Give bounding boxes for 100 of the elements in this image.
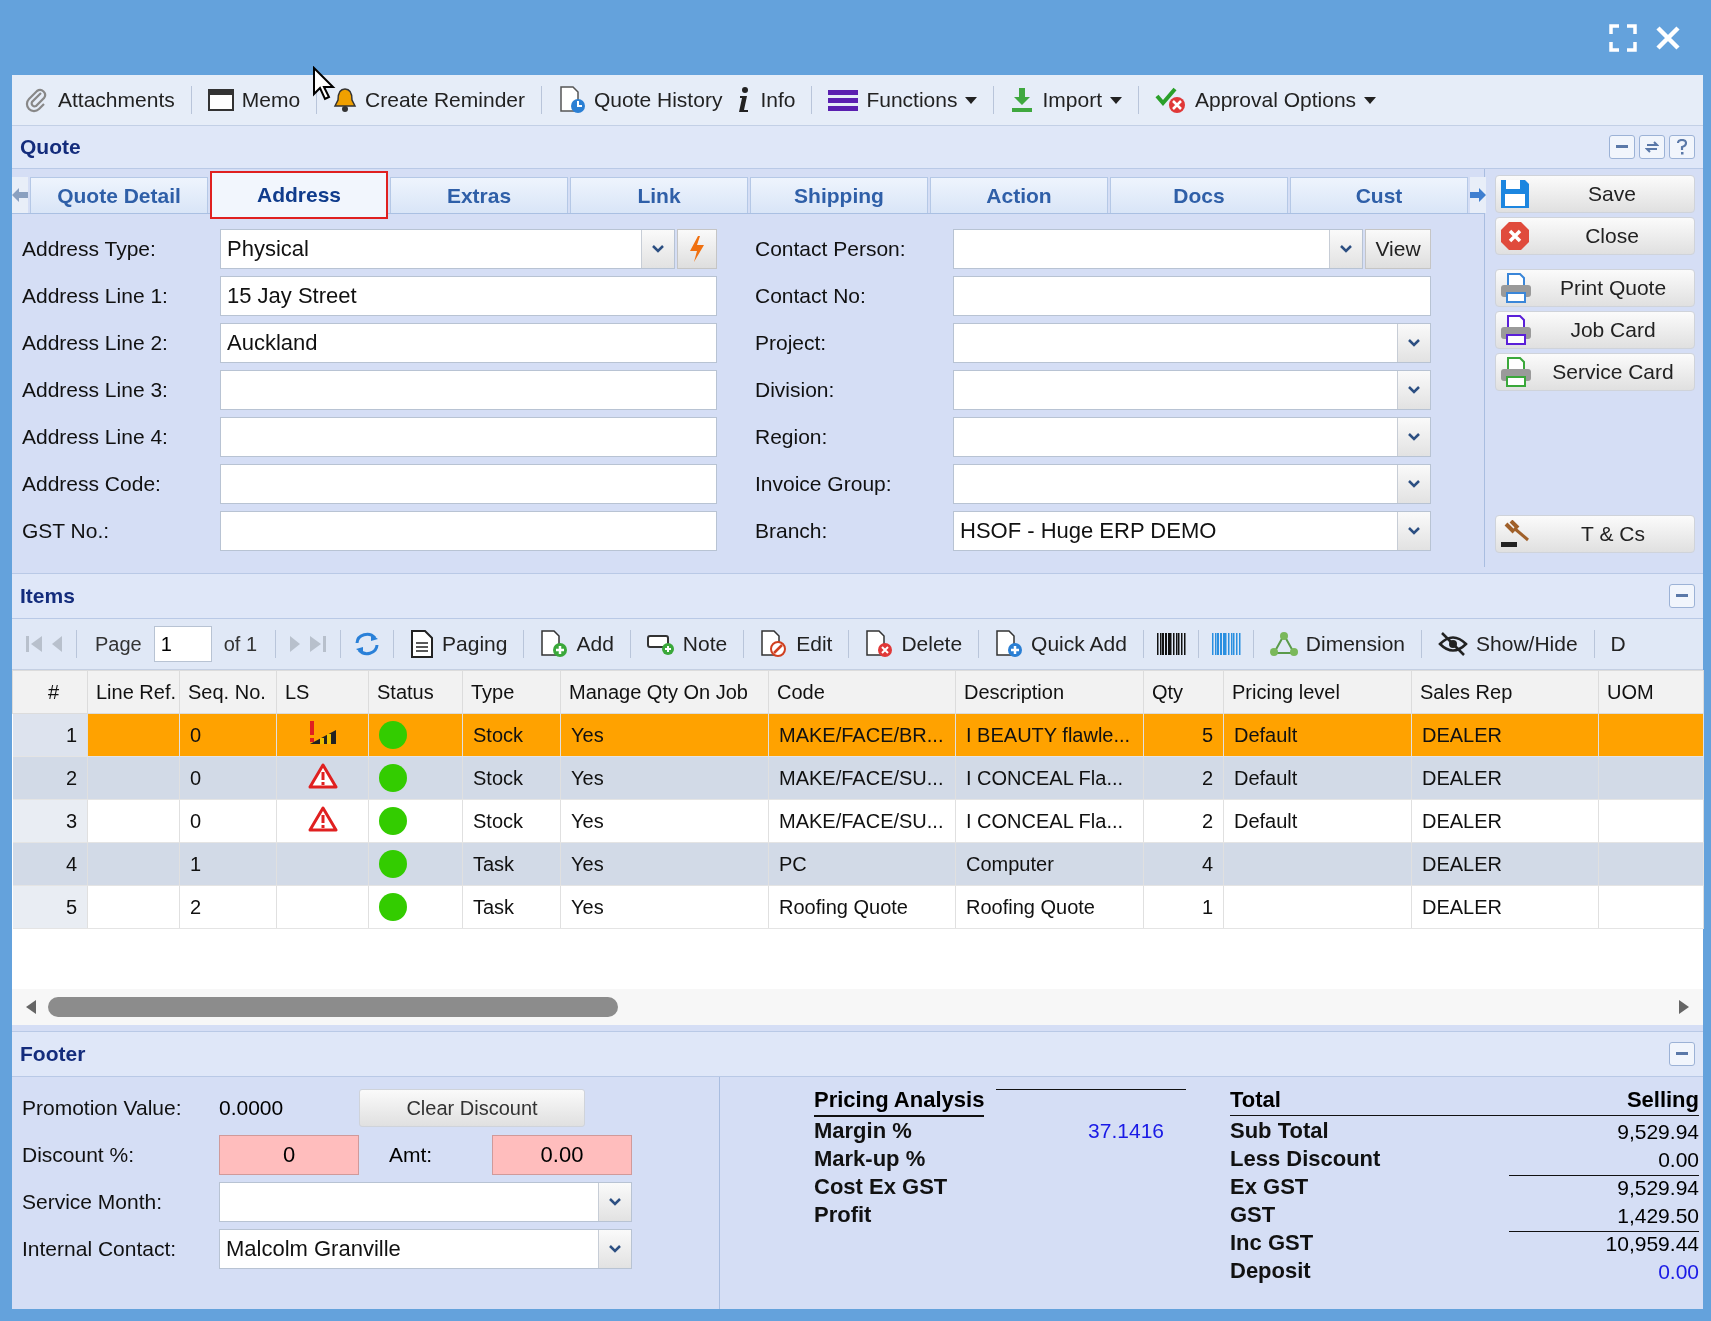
table-cell: Yes — [571, 895, 604, 918]
amount-field[interactable]: 0.00 — [492, 1135, 632, 1175]
column-header[interactable]: Manage Qty On Job — [560, 670, 769, 714]
refresh-button[interactable] — [1639, 135, 1665, 159]
scroll-left-button[interactable] — [12, 177, 28, 213]
collapse-button[interactable] — [1669, 584, 1695, 608]
side-button[interactable]: Service Card — [1495, 353, 1695, 391]
dropdown-field[interactable]: Physical — [220, 229, 675, 269]
view-button[interactable]: View — [1365, 229, 1431, 269]
tab[interactable]: Extras — [390, 177, 568, 213]
paging-button[interactable]: Paging — [406, 626, 512, 662]
field-label: Address Line 1: — [22, 284, 169, 308]
collapse-button[interactable] — [1609, 135, 1635, 159]
dropdown-field[interactable] — [219, 1182, 632, 1222]
side-button[interactable]: Print Quote — [1495, 269, 1695, 307]
dropdown-field[interactable]: HSOF - Huge ERP DEMO — [953, 511, 1431, 551]
show-hide-button[interactable]: Show/Hide — [1434, 627, 1582, 661]
dropdown-field[interactable] — [953, 229, 1363, 269]
row-number: 4 — [12, 842, 88, 886]
toolbar-button[interactable]: Info — [732, 82, 800, 118]
help-button[interactable] — [1669, 135, 1695, 159]
analysis-title: Pricing Analysis — [814, 1087, 985, 1117]
dropdown-field[interactable]: Malcolm Granville — [219, 1229, 632, 1269]
table-cell: 1 — [190, 852, 202, 875]
total-label: Less Discount — [1230, 1146, 1382, 1172]
tab[interactable]: Action — [930, 177, 1108, 213]
column-header[interactable]: Status — [368, 670, 463, 714]
last-page-icon[interactable] — [308, 634, 329, 654]
dropdown-field[interactable] — [953, 417, 1431, 457]
tab[interactable]: Shipping — [750, 177, 928, 213]
table-cell: 0 — [190, 766, 202, 789]
side-button[interactable]: Close — [1495, 217, 1695, 255]
tab[interactable]: Cust — [1290, 177, 1468, 213]
toolbar-button[interactable]: Memo — [203, 84, 305, 116]
bell-icon — [333, 87, 358, 113]
column-header[interactable]: Seq. No. — [179, 670, 277, 714]
column-header[interactable]: Pricing level — [1223, 670, 1412, 714]
text-field[interactable] — [220, 417, 717, 457]
field-label: Promotion Value: — [22, 1096, 183, 1120]
lightning-button[interactable] — [677, 229, 717, 269]
toolbar-button[interactable]: Import — [1006, 83, 1126, 117]
text-field[interactable]: Auckland — [220, 323, 717, 363]
panel-title: Quote — [20, 135, 81, 159]
text-field[interactable]: 15 Jay Street — [220, 276, 717, 316]
tab[interactable]: Quote Detail — [30, 177, 208, 213]
side-button[interactable]: Job Card — [1495, 311, 1695, 349]
column-header[interactable]: Qty — [1143, 670, 1224, 714]
tab[interactable]: Address — [210, 171, 388, 219]
document-delete-icon — [865, 630, 894, 658]
toolbar-button[interactable]: Create Reminder — [329, 83, 529, 117]
page-field[interactable]: 1 — [153, 626, 212, 662]
clear-discount-button[interactable]: Clear Discount — [359, 1089, 585, 1127]
toolbar-button[interactable]: Functions — [824, 84, 982, 116]
quick-add-button[interactable]: Quick Add — [991, 626, 1131, 662]
side-button[interactable]: T & Cs — [1495, 515, 1695, 553]
delete-button[interactable]: Delete — [861, 626, 967, 662]
dropdown-field[interactable] — [953, 370, 1431, 410]
column-header[interactable]: Code — [768, 670, 956, 714]
edit-button[interactable]: Edit — [756, 626, 837, 662]
tab[interactable]: Link — [570, 177, 748, 213]
field-label: Address Code: — [22, 472, 162, 496]
side-button[interactable]: Save — [1495, 175, 1695, 213]
column-header[interactable]: # — [12, 670, 88, 714]
dimension-button[interactable]: Dimension — [1265, 627, 1410, 661]
column-header[interactable]: Line Ref. — [87, 670, 180, 714]
toolbar-button[interactable]: Approval Options — [1151, 82, 1381, 118]
caret-icon — [609, 1198, 621, 1206]
collapse-button[interactable] — [1669, 1042, 1695, 1066]
printer-icon — [1500, 273, 1532, 303]
column-header[interactable]: Sales Rep — [1411, 670, 1599, 714]
note-button[interactable]: Note — [642, 628, 732, 660]
discount-field[interactable]: 0 — [219, 1135, 359, 1175]
dropdown-field[interactable] — [953, 323, 1431, 363]
text-field[interactable] — [220, 511, 717, 551]
column-header[interactable]: Type — [462, 670, 561, 714]
text-field[interactable] — [220, 370, 717, 410]
fullscreen-icon[interactable] — [1609, 23, 1637, 52]
table-cell: DEALER — [1422, 895, 1503, 918]
text-field[interactable] — [220, 464, 717, 504]
add-button[interactable]: Add — [536, 626, 618, 662]
close-icon[interactable] — [1655, 24, 1681, 51]
text-field[interactable] — [953, 276, 1431, 316]
table-cell: 2 — [1201, 809, 1213, 832]
scroll-left-icon[interactable] — [24, 999, 38, 1015]
field-label: Internal Contact: — [22, 1237, 178, 1261]
toolbar-button[interactable]: Attachments — [20, 83, 179, 117]
previous-page-icon[interactable] — [50, 634, 64, 654]
toolbar-button[interactable]: D — [1606, 628, 1630, 660]
dropdown-field[interactable] — [953, 464, 1431, 504]
scroll-right-icon[interactable] — [1677, 999, 1691, 1015]
scroll-right-button[interactable] — [1470, 177, 1486, 213]
first-page-icon[interactable] — [24, 634, 44, 654]
scrollbar-thumb[interactable] — [48, 997, 618, 1017]
toolbar-button[interactable]: Quote History — [554, 82, 727, 118]
document-clock-icon — [558, 86, 586, 114]
tab[interactable]: Docs — [1110, 177, 1288, 213]
column-header[interactable]: Description — [955, 670, 1144, 714]
column-header[interactable]: UOM — [1598, 670, 1704, 714]
field-label: Branch: — [755, 519, 829, 543]
column-header[interactable]: LS — [276, 670, 369, 714]
